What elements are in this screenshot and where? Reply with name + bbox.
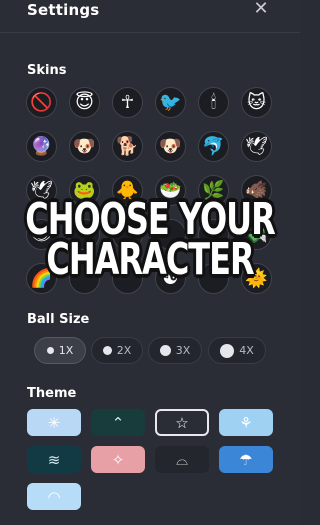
compass-icon: ✧ (111, 450, 125, 469)
skin-rainbow-icon[interactable]: 🌈 (26, 263, 57, 294)
ball-size-title: Ball Size (27, 312, 90, 327)
theme-compass-button[interactable]: ✧ (91, 446, 145, 473)
skin-puppy-icon[interactable]: 🐕 (112, 131, 143, 162)
skin-ankh-icon[interactable]: ☥ (112, 87, 143, 118)
theme-circle-up-button[interactable]: ⌃ (91, 409, 145, 436)
skin-dolphin-icon[interactable]: 🐬 (198, 131, 229, 162)
theme-title: Theme (27, 386, 77, 401)
skins-title: Skins (27, 63, 67, 78)
skin-smiley-halo-icon[interactable]: 😇 (69, 87, 100, 118)
ball-size-options: 1X 2X 3X 4X (34, 337, 274, 365)
skin-none-icon[interactable]: 🚫 (26, 87, 57, 118)
skin-money-icon[interactable]: 💸 (241, 219, 272, 250)
skin-hidden-5-icon[interactable] (69, 263, 100, 294)
ball-dot-icon (159, 345, 171, 356)
settings-panel: Settings ✕ Skins 🚫 😇 ☥ 🐦 🕯 🐱 🔮 🐶 🐕 🐶 🐬 🕊 🕊 🐸 🐥 🥗 🌿 🐗 👁 💸 🌈 ☯ 🌞… (0, 0, 300, 525)
header-divider (0, 32, 300, 33)
ball-size-3x-button[interactable]: 3X (148, 337, 202, 364)
theme-flower-button[interactable]: ⚘ (219, 409, 273, 436)
ball-size-4x-button[interactable]: 4X (208, 337, 266, 364)
ball-size-2x-button[interactable]: 2X (91, 337, 143, 364)
skin-hidden-7-icon[interactable] (198, 263, 229, 294)
flower-icon: ⚘ (239, 413, 253, 432)
skin-dove-icon[interactable]: 🕊 (26, 175, 57, 206)
theme-waves-button[interactable]: ≋ (27, 446, 81, 473)
ball-dot-icon (102, 346, 112, 355)
skin-bird-icon[interactable]: 🐦 (155, 87, 186, 118)
skin-hidden-6-icon[interactable] (112, 263, 143, 294)
skin-hidden-4-icon[interactable] (198, 219, 229, 250)
dome-icon: ◠ (47, 487, 61, 506)
ball-dot-icon (220, 343, 235, 358)
theme-rain-cloud-button[interactable]: ☂ (219, 446, 273, 473)
theme-sunrise-button[interactable]: ⌓ (155, 446, 209, 473)
ball-size-1x-button[interactable]: 1X (34, 337, 86, 364)
ball-size-label: 1X (58, 344, 74, 357)
skin-frog-icon[interactable]: 🐸 (69, 175, 100, 206)
skin-sun-icon[interactable]: 🌞 (241, 263, 272, 294)
ball-size-label: 4X (239, 344, 254, 357)
skin-eye-icon[interactable]: 👁 (26, 219, 57, 250)
skin-salad-icon[interactable]: 🥗 (155, 175, 186, 206)
skin-dog-icon[interactable]: 🐶 (69, 131, 100, 162)
theme-snowflake-button[interactable]: ✳ (27, 409, 81, 436)
skin-boar-icon[interactable]: 🐗 (241, 175, 272, 206)
skin-yin-yang-icon[interactable]: ☯ (155, 263, 186, 294)
skin-crystal-ball-icon[interactable]: 🔮 (26, 131, 57, 162)
star-icon: ☆ (175, 413, 189, 432)
skin-hidden-3-icon[interactable] (155, 219, 186, 250)
snowflake-icon: ✳ (47, 413, 61, 432)
theme-dome-button[interactable]: ◠ (27, 483, 81, 510)
skin-cat-icon[interactable]: 🐱 (241, 87, 272, 118)
waves-icon: ≋ (47, 450, 61, 469)
circle-up-icon: ⌃ (111, 413, 125, 432)
ball-size-label: 3X (175, 344, 191, 357)
skin-dove-olive-icon[interactable]: 🕊 (241, 131, 272, 162)
skin-plant-icon[interactable]: 🌿 (198, 175, 229, 206)
skin-hidden-1-icon[interactable] (69, 219, 100, 250)
skin-pug-icon[interactable]: 🐶 (155, 131, 186, 162)
ball-dot-icon (46, 347, 54, 354)
settings-title: Settings (27, 1, 100, 19)
close-icon[interactable]: ✕ (250, 0, 272, 21)
skin-hidden-2-icon[interactable] (112, 219, 143, 250)
theme-star-button[interactable]: ☆ (155, 409, 209, 436)
skin-chick-icon[interactable]: 🐥 (112, 175, 143, 206)
ball-size-label: 2X (116, 344, 132, 357)
skin-candle-icon[interactable]: 🕯 (198, 87, 229, 118)
rain-cloud-icon: ☂ (239, 450, 253, 469)
sunrise-icon: ⌓ (176, 450, 188, 469)
settings-header: Settings ✕ (0, 0, 300, 30)
